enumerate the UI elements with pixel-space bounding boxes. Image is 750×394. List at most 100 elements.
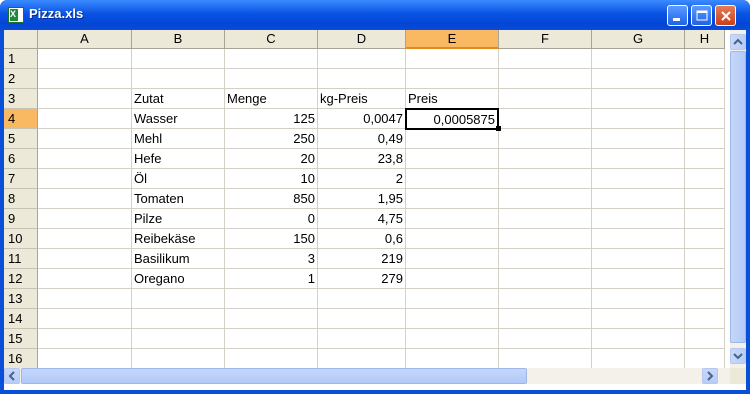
row-header-8[interactable]: 8 xyxy=(4,189,38,209)
cell-h10[interactable] xyxy=(685,229,725,249)
cell-b1[interactable] xyxy=(132,49,225,69)
cell-d14[interactable] xyxy=(318,309,406,329)
cell-f15[interactable] xyxy=(499,329,592,349)
row-header-14[interactable]: 14 xyxy=(4,309,38,329)
scroll-down-button[interactable] xyxy=(730,348,746,364)
row-header-15[interactable]: 15 xyxy=(4,329,38,349)
cell-d15[interactable] xyxy=(318,329,406,349)
cell-h4[interactable] xyxy=(685,109,725,129)
cell-d6[interactable]: 23,8 xyxy=(318,149,406,169)
cell-g12[interactable] xyxy=(592,269,685,289)
row-header-5[interactable]: 5 xyxy=(4,129,38,149)
cell-g6[interactable] xyxy=(592,149,685,169)
cell-f1[interactable] xyxy=(499,49,592,69)
cell-c8[interactable]: 850 xyxy=(225,189,318,209)
column-header-c[interactable]: C xyxy=(225,30,318,49)
cell-c6[interactable]: 20 xyxy=(225,149,318,169)
cell-f8[interactable] xyxy=(499,189,592,209)
cell-c10[interactable]: 150 xyxy=(225,229,318,249)
excel-icon[interactable] xyxy=(8,7,24,23)
cell-b2[interactable] xyxy=(132,69,225,89)
cell-a3[interactable] xyxy=(38,89,132,109)
cell-e13[interactable] xyxy=(406,289,499,309)
cell-e1[interactable] xyxy=(406,49,499,69)
size-grip[interactable] xyxy=(730,368,746,384)
cell-g11[interactable] xyxy=(592,249,685,269)
minimize-button[interactable] xyxy=(667,5,688,26)
cell-g16[interactable] xyxy=(592,349,685,368)
column-header-e[interactable]: E xyxy=(406,30,499,49)
cell-g15[interactable] xyxy=(592,329,685,349)
cell-h15[interactable] xyxy=(685,329,725,349)
cell-a7[interactable] xyxy=(38,169,132,189)
cell-f10[interactable] xyxy=(499,229,592,249)
cell-b16[interactable] xyxy=(132,349,225,368)
cell-a12[interactable] xyxy=(38,269,132,289)
cell-e2[interactable] xyxy=(406,69,499,89)
cell-b15[interactable] xyxy=(132,329,225,349)
maximize-button[interactable] xyxy=(691,5,712,26)
scroll-right-button[interactable] xyxy=(702,368,718,384)
cell-a4[interactable] xyxy=(38,109,132,129)
select-all-corner[interactable] xyxy=(4,30,38,49)
cell-a10[interactable] xyxy=(38,229,132,249)
cell-d13[interactable] xyxy=(318,289,406,309)
cell-f12[interactable] xyxy=(499,269,592,289)
cell-f13[interactable] xyxy=(499,289,592,309)
vertical-scroll-thumb[interactable] xyxy=(730,51,746,343)
cell-c7[interactable]: 10 xyxy=(225,169,318,189)
cell-g14[interactable] xyxy=(592,309,685,329)
cell-h16[interactable] xyxy=(685,349,725,368)
cell-g5[interactable] xyxy=(592,129,685,149)
row-header-13[interactable]: 13 xyxy=(4,289,38,309)
cell-d5[interactable]: 0,49 xyxy=(318,129,406,149)
column-header-f[interactable]: F xyxy=(499,30,592,49)
cell-h1[interactable] xyxy=(685,49,725,69)
row-header-4[interactable]: 4 xyxy=(4,109,38,129)
row-header-12[interactable]: 12 xyxy=(4,269,38,289)
cell-e16[interactable] xyxy=(406,349,499,368)
cell-c11[interactable]: 3 xyxy=(225,249,318,269)
close-button[interactable] xyxy=(715,5,736,26)
cell-d4[interactable]: 0,0047 xyxy=(318,109,406,129)
cell-b5[interactable]: Mehl xyxy=(132,129,225,149)
cell-f6[interactable] xyxy=(499,149,592,169)
cell-e4[interactable]: 0,0005875 xyxy=(405,108,499,130)
cell-g9[interactable] xyxy=(592,209,685,229)
cell-g3[interactable] xyxy=(592,89,685,109)
cell-c1[interactable] xyxy=(225,49,318,69)
row-header-2[interactable]: 2 xyxy=(4,69,38,89)
cell-f3[interactable] xyxy=(499,89,592,109)
cell-d9[interactable]: 4,75 xyxy=(318,209,406,229)
row-header-9[interactable]: 9 xyxy=(4,209,38,229)
cell-d11[interactable]: 219 xyxy=(318,249,406,269)
vertical-scrollbar[interactable] xyxy=(730,30,746,368)
cell-e9[interactable] xyxy=(406,209,499,229)
column-header-d[interactable]: D xyxy=(318,30,406,49)
cell-d10[interactable]: 0,6 xyxy=(318,229,406,249)
cell-f4[interactable] xyxy=(499,109,592,129)
cell-c9[interactable]: 0 xyxy=(225,209,318,229)
cell-b8[interactable]: Tomaten xyxy=(132,189,225,209)
column-header-b[interactable]: B xyxy=(132,30,225,49)
column-header-h[interactable]: H xyxy=(685,30,725,49)
cell-a16[interactable] xyxy=(38,349,132,368)
cell-d1[interactable] xyxy=(318,49,406,69)
scroll-up-button[interactable] xyxy=(730,34,746,50)
cell-c5[interactable]: 250 xyxy=(225,129,318,149)
cell-c4[interactable]: 125 xyxy=(225,109,318,129)
cell-c15[interactable] xyxy=(225,329,318,349)
row-header-7[interactable]: 7 xyxy=(4,169,38,189)
cell-a1[interactable] xyxy=(38,49,132,69)
cell-f5[interactable] xyxy=(499,129,592,149)
spreadsheet-grid[interactable]: A B C D E F G H 1 2 3 Zutat Menge kg-Preis Preis 4 Wasse… xyxy=(4,30,730,368)
cell-a8[interactable] xyxy=(38,189,132,209)
cell-e8[interactable] xyxy=(406,189,499,209)
cell-h5[interactable] xyxy=(685,129,725,149)
cell-d8[interactable]: 1,95 xyxy=(318,189,406,209)
cell-e11[interactable] xyxy=(406,249,499,269)
cell-c14[interactable] xyxy=(225,309,318,329)
title-bar[interactable]: Pizza.xls xyxy=(0,0,750,30)
cell-b4[interactable]: Wasser xyxy=(132,109,225,129)
cell-f9[interactable] xyxy=(499,209,592,229)
